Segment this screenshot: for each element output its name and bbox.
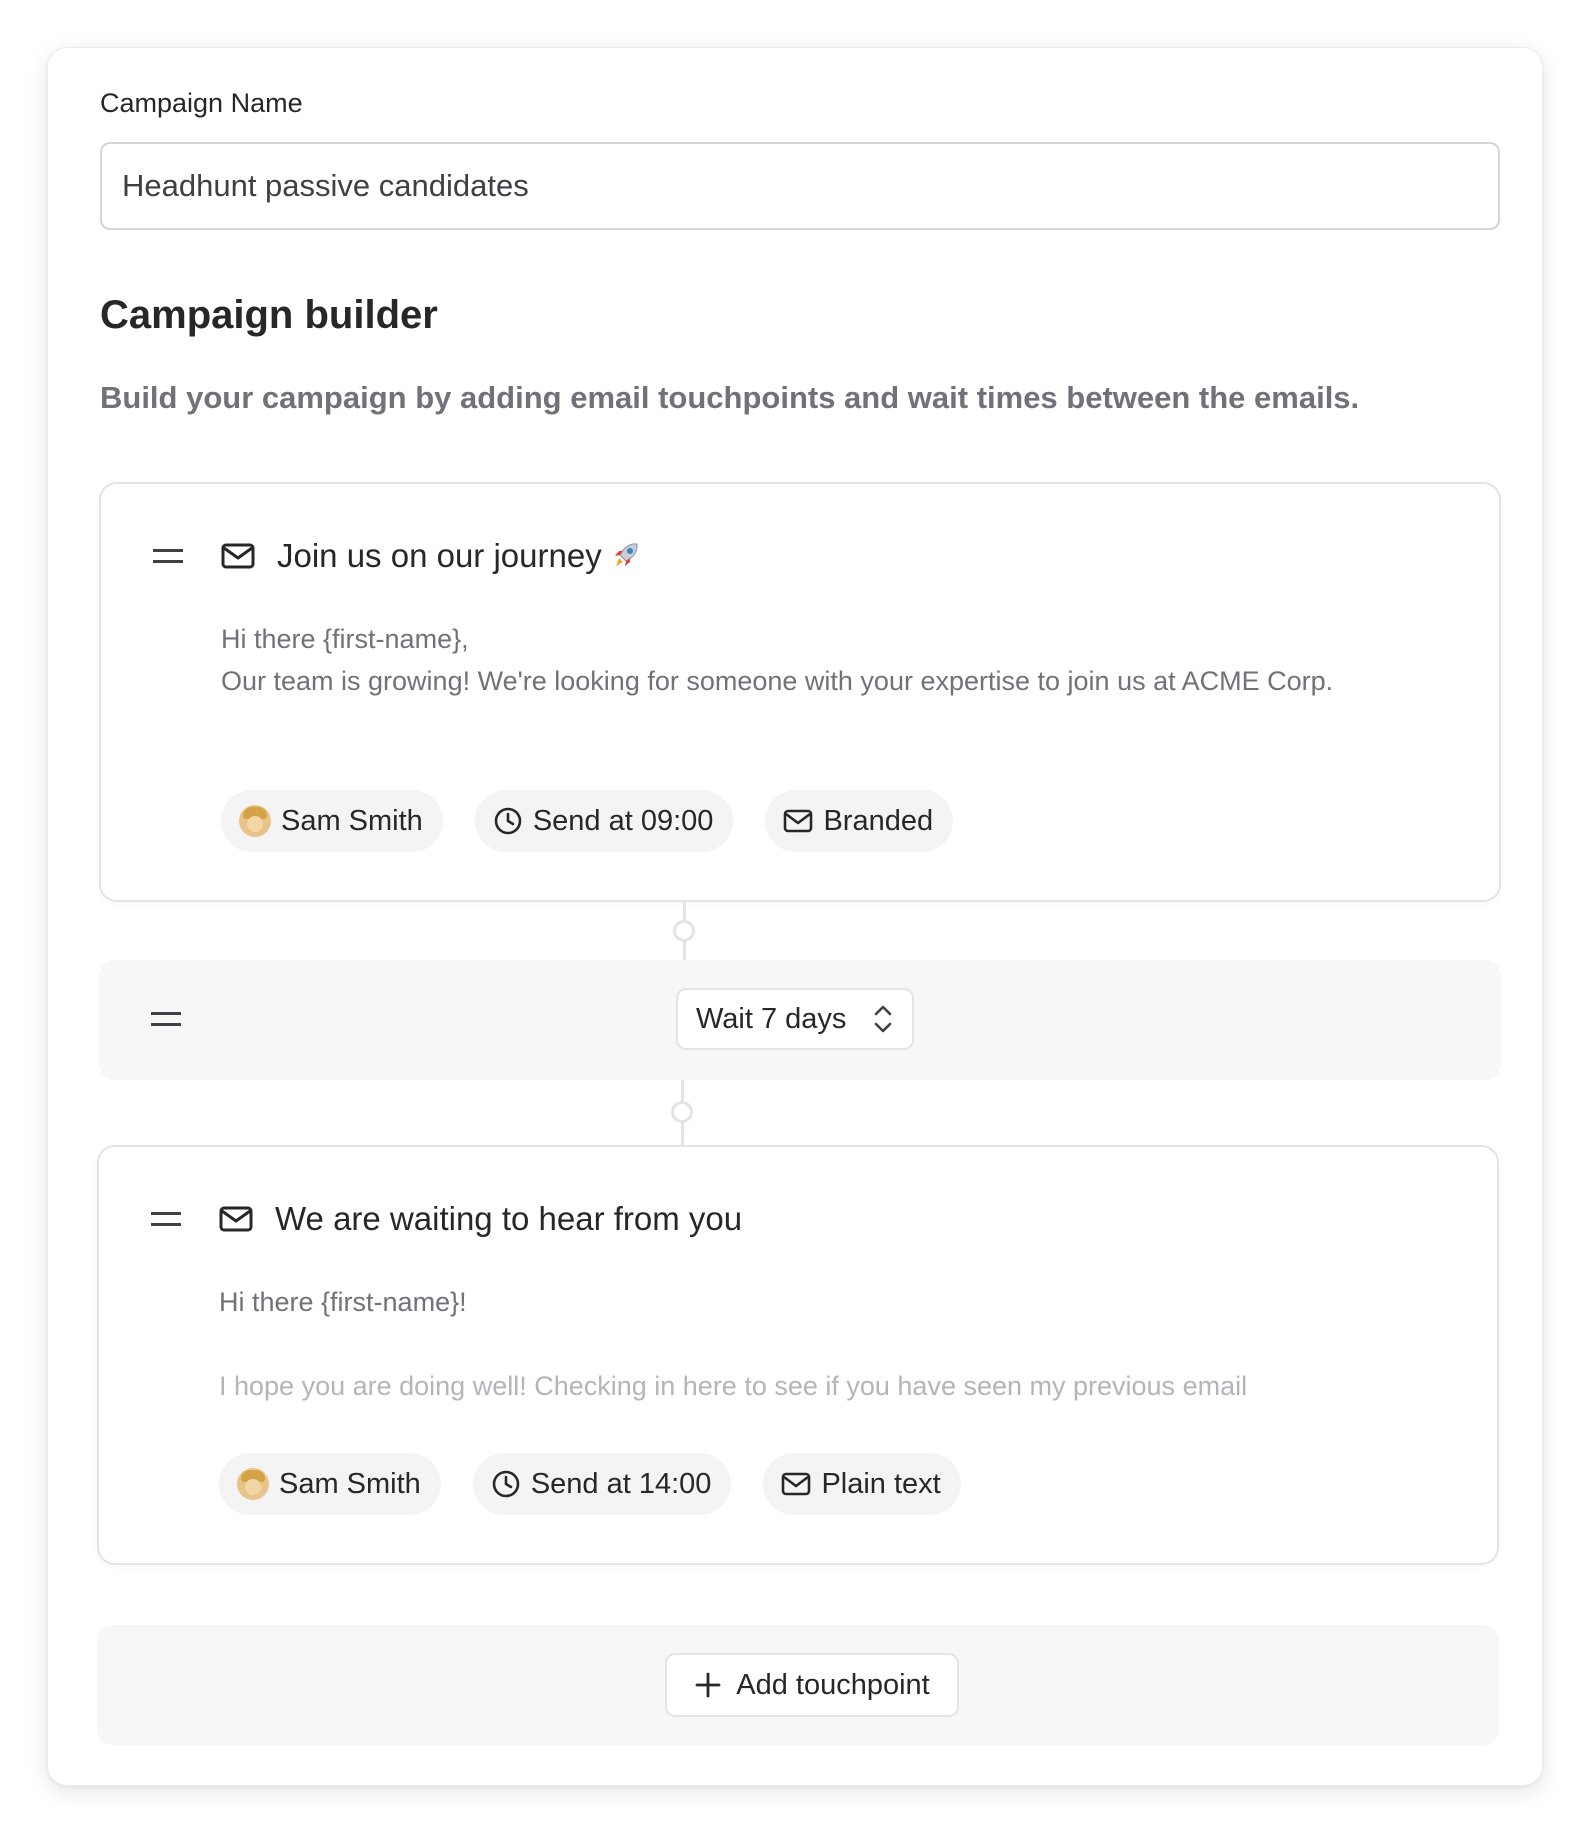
avatar xyxy=(237,1468,269,1500)
plus-icon xyxy=(695,1672,721,1698)
sender-name: Sam Smith xyxy=(281,804,423,837)
avatar xyxy=(239,805,271,837)
section-description: Build your campaign by adding email touc… xyxy=(100,380,1360,415)
add-touchpoint-area: Add touchpoint xyxy=(97,1625,1499,1745)
send-time-label: Send at 14:00 xyxy=(530,1467,712,1500)
wait-step[interactable]: Wait 7 days xyxy=(99,960,1501,1080)
flow-connector-node xyxy=(673,920,695,942)
mail-icon xyxy=(784,809,813,833)
touchpoint-settings: Sam Smith Send at 09:00 Branded xyxy=(221,790,954,852)
email-body-preview: Hi there {first-name}! I hope you are do… xyxy=(219,1281,1469,1407)
email-format-label: Plain text xyxy=(821,1467,941,1500)
clock-icon xyxy=(494,807,522,835)
send-time-label: Send at 09:00 xyxy=(532,804,714,837)
email-touchpoint[interactable]: Join us on our journey Hi there {first-n… xyxy=(99,482,1501,902)
email-format-chip[interactable]: Plain text xyxy=(763,1453,961,1515)
campaign-name-input[interactable] xyxy=(100,142,1500,230)
email-touchpoint[interactable]: We are waiting to hear from you Hi there… xyxy=(97,1145,1499,1565)
mail-icon xyxy=(782,1472,811,1496)
mail-icon xyxy=(221,543,255,569)
email-body-line: I hope you are doing well! Checking in h… xyxy=(219,1371,1248,1401)
send-time-chip[interactable]: Send at 09:00 xyxy=(474,790,734,852)
drag-handle-icon[interactable] xyxy=(151,1212,181,1226)
email-body-line: Hi there {first-name}, xyxy=(221,624,469,654)
add-touchpoint-button[interactable]: Add touchpoint xyxy=(665,1653,959,1717)
campaign-card: Campaign Name Campaign builder Build you… xyxy=(47,47,1543,1786)
clock-icon xyxy=(492,1470,520,1498)
chevron-up-down-icon xyxy=(874,1005,892,1033)
email-format-chip[interactable]: Branded xyxy=(765,790,954,852)
email-subject: Join us on our journey xyxy=(277,537,642,575)
sender-name: Sam Smith xyxy=(279,1467,421,1500)
campaign-name-label: Campaign Name xyxy=(100,88,303,118)
wait-duration-select[interactable]: Wait 7 days xyxy=(676,988,914,1050)
flow-connector-node xyxy=(671,1101,693,1123)
email-body-preview: Hi there {first-name}, Our team is growi… xyxy=(221,618,1471,702)
send-time-chip[interactable]: Send at 14:00 xyxy=(472,1453,732,1515)
section-title: Campaign builder xyxy=(100,293,438,337)
touchpoint-settings: Sam Smith Send at 14:00 Plain text xyxy=(219,1453,961,1515)
add-touchpoint-label: Add touchpoint xyxy=(736,1668,930,1701)
drag-handle-icon[interactable] xyxy=(151,1012,181,1026)
email-subject-text: Join us on our journey xyxy=(277,537,602,574)
mail-icon xyxy=(219,1206,253,1232)
email-body-line: Our team is growing! We're looking for s… xyxy=(221,666,1334,696)
email-subject: We are waiting to hear from you xyxy=(275,1200,743,1237)
drag-handle-icon[interactable] xyxy=(153,549,183,563)
email-format-label: Branded xyxy=(823,804,934,837)
sender-chip[interactable]: Sam Smith xyxy=(219,1453,441,1515)
email-body-line: Hi there {first-name}! xyxy=(219,1287,467,1317)
sender-chip[interactable]: Sam Smith xyxy=(221,790,443,852)
rocket-icon xyxy=(614,543,638,566)
wait-duration-value: Wait 7 days xyxy=(696,1002,847,1035)
